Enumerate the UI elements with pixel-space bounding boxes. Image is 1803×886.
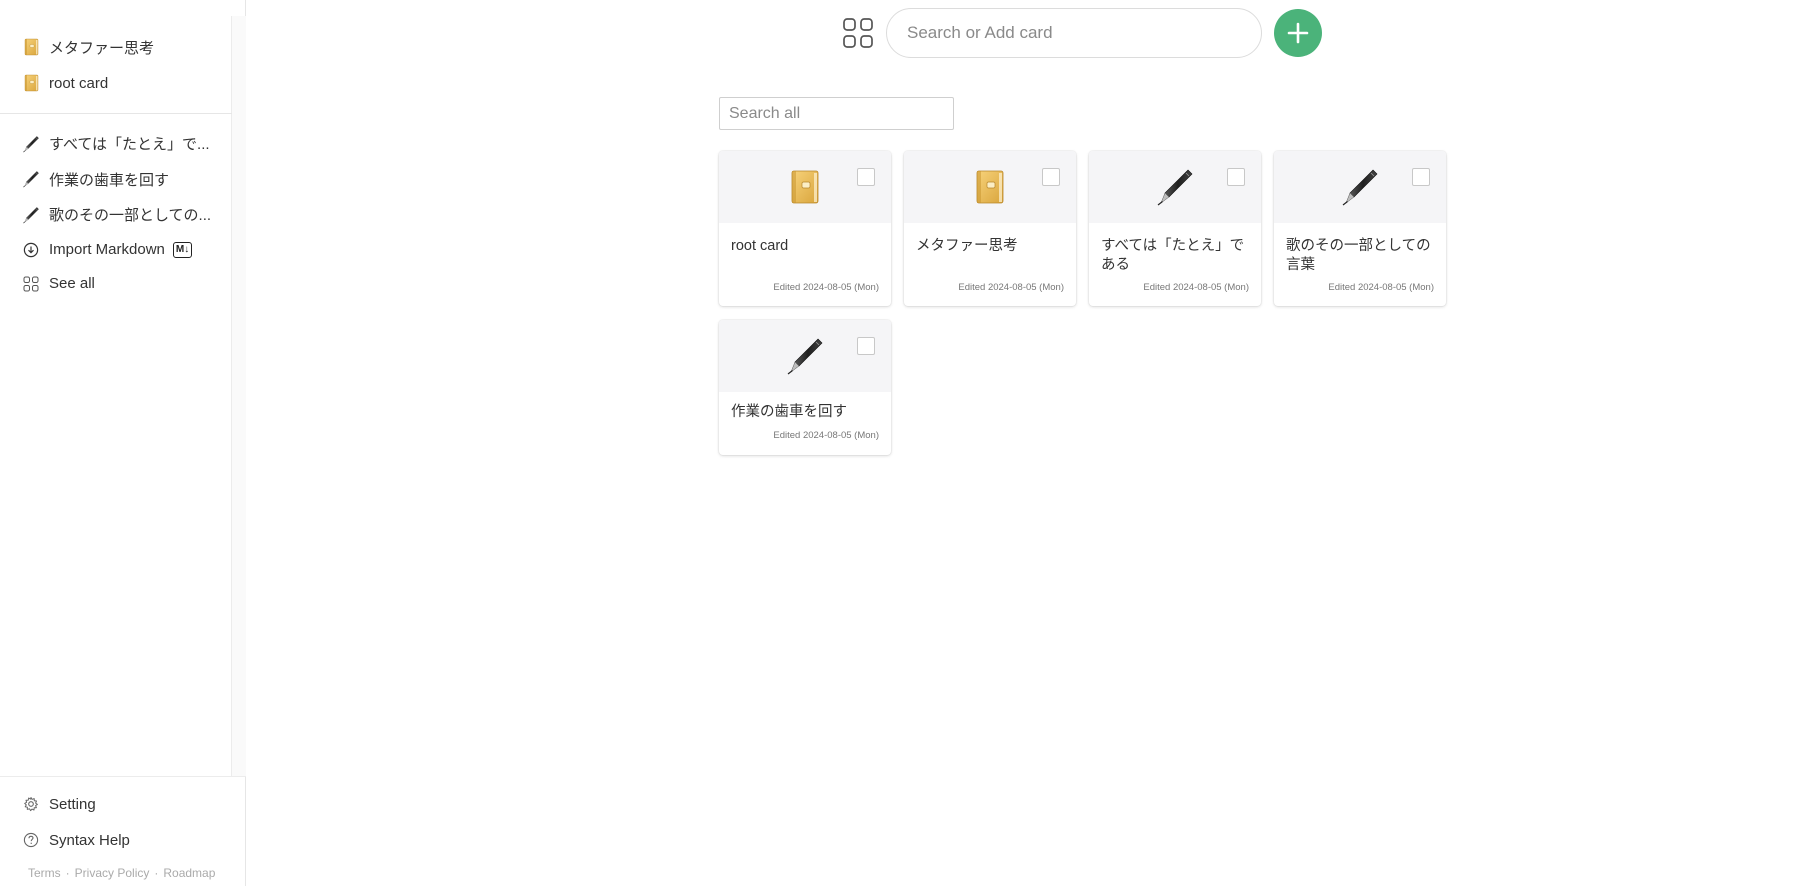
syntax-help-label: Syntax Help <box>49 831 130 849</box>
sidebar-bottom-divider <box>0 776 246 777</box>
card-edited-date: Edited 2024-08-05 (Mon) <box>1328 282 1434 293</box>
card-title: すべては「たとえ」である <box>1101 238 1245 273</box>
card-edited-date: Edited 2024-08-05 (Mon) <box>958 282 1064 293</box>
grid-view-toggle[interactable] <box>842 17 874 49</box>
sidebar-footer-links: Terms · Privacy Policy · Roadmap <box>28 866 215 880</box>
card-edited-date: Edited 2024-08-05 (Mon) <box>773 282 879 293</box>
pen-icon <box>22 170 40 188</box>
card-words-as-part-of-song[interactable]: 歌のその一部としての言葉 Edited 2024-08-05 (Mon) <box>1274 151 1446 306</box>
pen-icon <box>1340 167 1380 207</box>
sidebar-item-label: 作業の歯車を回す <box>49 171 170 189</box>
terms-link[interactable]: Terms <box>28 866 61 880</box>
card-thumbnail <box>719 320 891 392</box>
sidebar-item-root-card[interactable]: root card <box>0 65 232 101</box>
sidebar-scrollbar-track[interactable] <box>232 16 246 776</box>
pen-icon <box>785 336 825 376</box>
card-select-checkbox[interactable] <box>857 337 875 355</box>
sidebar-item-label: root card <box>49 74 109 92</box>
privacy-policy-link[interactable]: Privacy Policy <box>75 866 150 880</box>
card-everything-is-metaphor[interactable]: すべては「たとえ」である Edited 2024-08-05 (Mon) <box>1089 151 1261 306</box>
gear-icon <box>22 795 40 813</box>
sidebar-item-label: 歌のその一部としての... <box>49 207 212 225</box>
sidebar-item-metaphor-thinking[interactable]: メタファー思考 <box>0 29 232 65</box>
card-metaphor-thinking[interactable]: メタファー思考 Edited 2024-08-05 (Mon) <box>904 151 1076 306</box>
card-thumbnail <box>719 151 891 223</box>
pen-icon <box>1155 167 1195 207</box>
see-all-label: See all <box>49 275 95 292</box>
sidebar-bottom-list: Setting Syntax Help <box>0 786 246 858</box>
card-root-card[interactable]: root card Edited 2024-08-05 (Mon) <box>719 151 891 306</box>
card-thumbnail <box>904 151 1076 223</box>
sidebar-item-recent-card[interactable]: 歌のその一部としての... <box>0 197 232 233</box>
see-all-button[interactable]: See all <box>0 267 232 301</box>
markdown-icon: M↓ <box>172 241 193 258</box>
card-thumbnail <box>1274 151 1446 223</box>
roadmap-link[interactable]: Roadmap <box>163 866 215 880</box>
card-select-checkbox[interactable] <box>857 168 875 186</box>
card-title: root card <box>731 238 789 254</box>
pen-icon <box>22 135 40 153</box>
card-select-checkbox[interactable] <box>1042 168 1060 186</box>
card-edited-date: Edited 2024-08-05 (Mon) <box>773 430 879 441</box>
sidebar-item-label: メタファー思考 <box>49 39 155 57</box>
card-title: 歌のその一部としての言葉 <box>1286 238 1431 273</box>
grid-icon <box>843 18 873 48</box>
sidebar-divider <box>0 113 232 114</box>
sidebar-recent-list: すべては「たとえ」で... 作業の歯車を回す 歌のその一部としての... Imp… <box>0 126 232 301</box>
setting-label: Setting <box>49 795 96 813</box>
sidebar-pinned-list: メタファー思考 root card <box>0 29 232 101</box>
add-card-button[interactable] <box>1274 9 1322 57</box>
sidebar-item-label: すべては「たとえ」で... <box>49 136 210 154</box>
footer-separator: · <box>65 866 70 880</box>
grid-icon <box>22 275 40 293</box>
sidebar-item-recent-card[interactable]: すべては「たとえ」で... <box>0 126 232 162</box>
import-markdown-label: Import Markdown <box>49 241 165 258</box>
card-title: メタファー思考 <box>916 238 1018 254</box>
plus-icon <box>1287 22 1309 44</box>
search-or-add-input[interactable] <box>886 8 1262 58</box>
notebook-icon <box>974 169 1006 205</box>
import-markdown-button[interactable]: Import Markdown M↓ <box>0 233 232 267</box>
card-title: 作業の歯車を回す <box>731 404 847 420</box>
help-icon <box>22 831 40 849</box>
pen-icon <box>22 206 40 224</box>
notebook-icon <box>789 169 821 205</box>
syntax-help-button[interactable]: Syntax Help <box>0 822 246 858</box>
notebook-icon <box>22 74 40 92</box>
card-thumbnail <box>1089 151 1261 223</box>
sidebar: メタファー思考 root card すべては「たとえ」で... 作業の歯車を回す… <box>0 0 246 886</box>
card-select-checkbox[interactable] <box>1227 168 1245 186</box>
card-edited-date: Edited 2024-08-05 (Mon) <box>1143 282 1249 293</box>
notebook-icon <box>22 38 40 56</box>
card-select-checkbox[interactable] <box>1412 168 1430 186</box>
sidebar-item-recent-card[interactable]: 作業の歯車を回す <box>0 162 232 198</box>
card-turn-the-gears[interactable]: 作業の歯車を回す Edited 2024-08-05 (Mon) <box>719 320 891 455</box>
setting-button[interactable]: Setting <box>0 786 246 822</box>
footer-separator: · <box>154 866 159 880</box>
search-all-input[interactable] <box>719 97 954 130</box>
download-icon <box>22 241 40 259</box>
